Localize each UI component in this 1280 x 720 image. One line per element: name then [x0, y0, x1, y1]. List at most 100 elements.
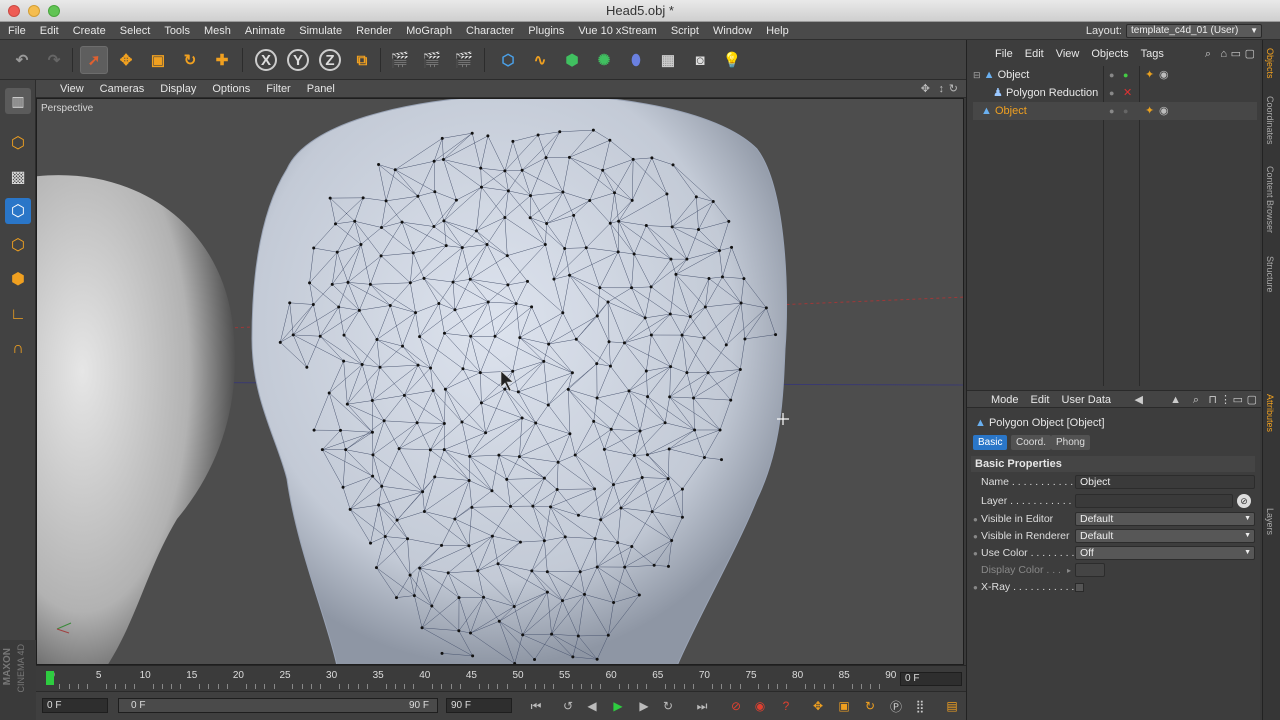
panel-close-icon[interactable]: ▢ — [1247, 391, 1257, 409]
menu-plugins[interactable]: Plugins — [521, 22, 571, 40]
timeline-ruler[interactable]: 051015202530354045505560657075808590 0 F — [36, 665, 966, 691]
y-axis-lock-button[interactable]: Y — [284, 46, 312, 74]
phong-tag-icon[interactable]: ✦ — [1145, 66, 1154, 84]
use-color-dropdown[interactable]: Off ▼ — [1075, 546, 1255, 560]
side-tab-attributes[interactable]: Attributes — [1265, 394, 1275, 432]
menu-tools[interactable]: Tools — [157, 22, 197, 40]
layer-picker-icon[interactable]: ⊘ — [1237, 494, 1251, 508]
name-field[interactable]: Object — [1075, 475, 1255, 489]
points-mode-button[interactable]: ⬡ — [5, 198, 31, 224]
enabled-check-icon[interactable]: ● — [1123, 66, 1128, 84]
play-button[interactable]: ▶ — [608, 696, 628, 716]
up-arrow-icon[interactable]: ▲ — [1170, 391, 1181, 409]
render-settings-button[interactable]: 🎬 — [450, 46, 478, 74]
menu-help[interactable]: Help — [759, 22, 796, 40]
start-frame-field[interactable]: 0 F — [42, 698, 108, 713]
key-parameter-button[interactable]: Ⓟ — [886, 696, 906, 716]
live-selection-button[interactable]: ➚ — [80, 46, 108, 74]
z-axis-lock-button[interactable]: Z — [316, 46, 344, 74]
viewport-menu-cameras[interactable]: Cameras — [92, 80, 153, 98]
add-spline-button[interactable]: ∿ — [526, 46, 554, 74]
add-deformer-button[interactable]: ⬮ — [622, 46, 650, 74]
attributes-menu-userdata[interactable]: User Data — [1056, 391, 1118, 409]
attributes-menu-mode[interactable]: Mode — [967, 391, 1025, 409]
side-tab-content-browser[interactable]: Content Browser — [1265, 166, 1275, 233]
display-color-swatch[interactable] — [1075, 563, 1105, 577]
xray-checkbox[interactable] — [1075, 583, 1084, 592]
menu-animate[interactable]: Animate — [238, 22, 292, 40]
menu-select[interactable]: Select — [113, 22, 158, 40]
viewport-menu-options[interactable]: Options — [204, 80, 258, 98]
add-cube-button[interactable]: ⬡ — [494, 46, 522, 74]
menu-edit[interactable]: Edit — [33, 22, 66, 40]
search-icon[interactable]: ⌕ — [1193, 391, 1199, 409]
side-tab-objects[interactable]: Objects — [1265, 48, 1275, 79]
snapping-button[interactable]: ∩ — [5, 336, 31, 362]
menu-mesh[interactable]: Mesh — [197, 22, 238, 40]
viewport-menu-display[interactable]: Display — [152, 80, 204, 98]
perspective-viewport[interactable]: Perspective — [36, 98, 964, 665]
frame-range-slider[interactable]: 0 F 90 F — [118, 698, 438, 713]
side-tab-layers[interactable]: Layers — [1265, 508, 1275, 535]
objects-menu-objects[interactable]: Objects — [1085, 46, 1134, 62]
animation-dot-icon[interactable]: ● — [973, 579, 978, 596]
visibility-dots-icon[interactable]: ● — [1109, 84, 1114, 102]
next-key-button[interactable]: ↻ — [658, 696, 678, 716]
model-mode-button[interactable]: ⬡ — [5, 130, 31, 156]
more-icon[interactable]: ⋮ — [1220, 391, 1231, 409]
visibility-dots-icon[interactable]: ● — [1109, 66, 1114, 84]
render-view-button[interactable]: 🎬 — [386, 46, 414, 74]
viewport-zoom-icon[interactable]: ↕ — [939, 80, 945, 98]
move-tool-button[interactable]: ✥ — [112, 46, 140, 74]
next-frame-button[interactable]: ▶ — [634, 696, 654, 716]
close-window-button[interactable] — [8, 5, 20, 17]
menu-mograph[interactable]: MoGraph — [399, 22, 459, 40]
add-camera-button[interactable]: ◙ — [686, 46, 714, 74]
tab-phong[interactable]: Phong — [1051, 435, 1090, 450]
visibility-dots-icon[interactable]: ● — [1109, 102, 1114, 120]
key-position-button[interactable]: ✥ — [808, 696, 828, 716]
viewport-rotate-icon[interactable]: ↻ — [949, 80, 958, 98]
objects-menu-edit[interactable]: Edit — [1019, 46, 1050, 62]
key-rotation-button[interactable]: ↻ — [860, 696, 880, 716]
add-light-button[interactable]: 💡 — [718, 46, 746, 74]
viewport-menu-panel[interactable]: Panel — [299, 80, 343, 98]
tree-toggle-icon[interactable]: ⊟ — [973, 70, 981, 80]
end-frame-field[interactable]: 90 F — [446, 698, 512, 713]
make-editable-button[interactable]: ▥ — [5, 88, 31, 114]
animation-dot-icon[interactable]: ● — [973, 528, 978, 545]
menu-create[interactable]: Create — [66, 22, 113, 40]
side-tab-structure[interactable]: Structure — [1265, 256, 1275, 293]
side-tab-coordinates[interactable]: Coordinates — [1265, 96, 1275, 145]
go-to-start-button[interactable]: ⏮ — [526, 696, 546, 716]
objects-menu-view[interactable]: View — [1050, 46, 1086, 62]
minimize-window-button[interactable] — [28, 5, 40, 17]
go-to-end-button[interactable]: ⏭ — [692, 696, 712, 716]
menu-file[interactable]: File — [0, 22, 33, 40]
material-tag-icon[interactable]: ◉ — [1159, 66, 1169, 84]
animation-dot-icon[interactable]: ● — [973, 511, 978, 528]
home-icon[interactable]: ⌂ — [1220, 46, 1227, 62]
disabled-x-icon[interactable]: ✕ — [1123, 84, 1132, 102]
visible-in-editor-dropdown[interactable]: Default ▼ — [1075, 512, 1255, 526]
object-row-selected[interactable]: ▲ Object ● ● ✦ ◉ — [973, 102, 1257, 120]
key-pla-button[interactable]: ⣿ — [910, 696, 930, 716]
menu-script[interactable]: Script — [664, 22, 706, 40]
material-tag-icon[interactable]: ◉ — [1159, 102, 1169, 120]
edges-mode-button[interactable]: ⬡ — [5, 232, 31, 258]
scale-tool-button[interactable]: ▣ — [144, 46, 172, 74]
previous-key-button[interactable]: ↺ — [558, 696, 578, 716]
playhead[interactable] — [46, 671, 54, 685]
viewport-pan-icon[interactable]: ✥ — [921, 80, 930, 98]
timeline-menu-button[interactable]: ▤ — [942, 696, 962, 716]
lock-icon[interactable]: ⊓ — [1208, 391, 1217, 409]
layout-dropdown[interactable]: template_c4d_01 (User) ▼ — [1126, 24, 1262, 38]
coordinate-system-button[interactable]: ⧉ — [348, 46, 376, 74]
animation-dot-icon[interactable]: ● — [973, 545, 978, 562]
back-arrow-icon[interactable]: ◀ — [1135, 391, 1143, 409]
panel-close-icon[interactable]: ▢ — [1245, 46, 1255, 62]
object-row[interactable]: ♟ Polygon Reduction ● ✕ — [973, 84, 1257, 102]
autokey-button[interactable]: ◉ — [750, 696, 770, 716]
phong-tag-icon[interactable]: ✦ — [1145, 102, 1154, 120]
rotate-tool-button[interactable]: ↻ — [176, 46, 204, 74]
